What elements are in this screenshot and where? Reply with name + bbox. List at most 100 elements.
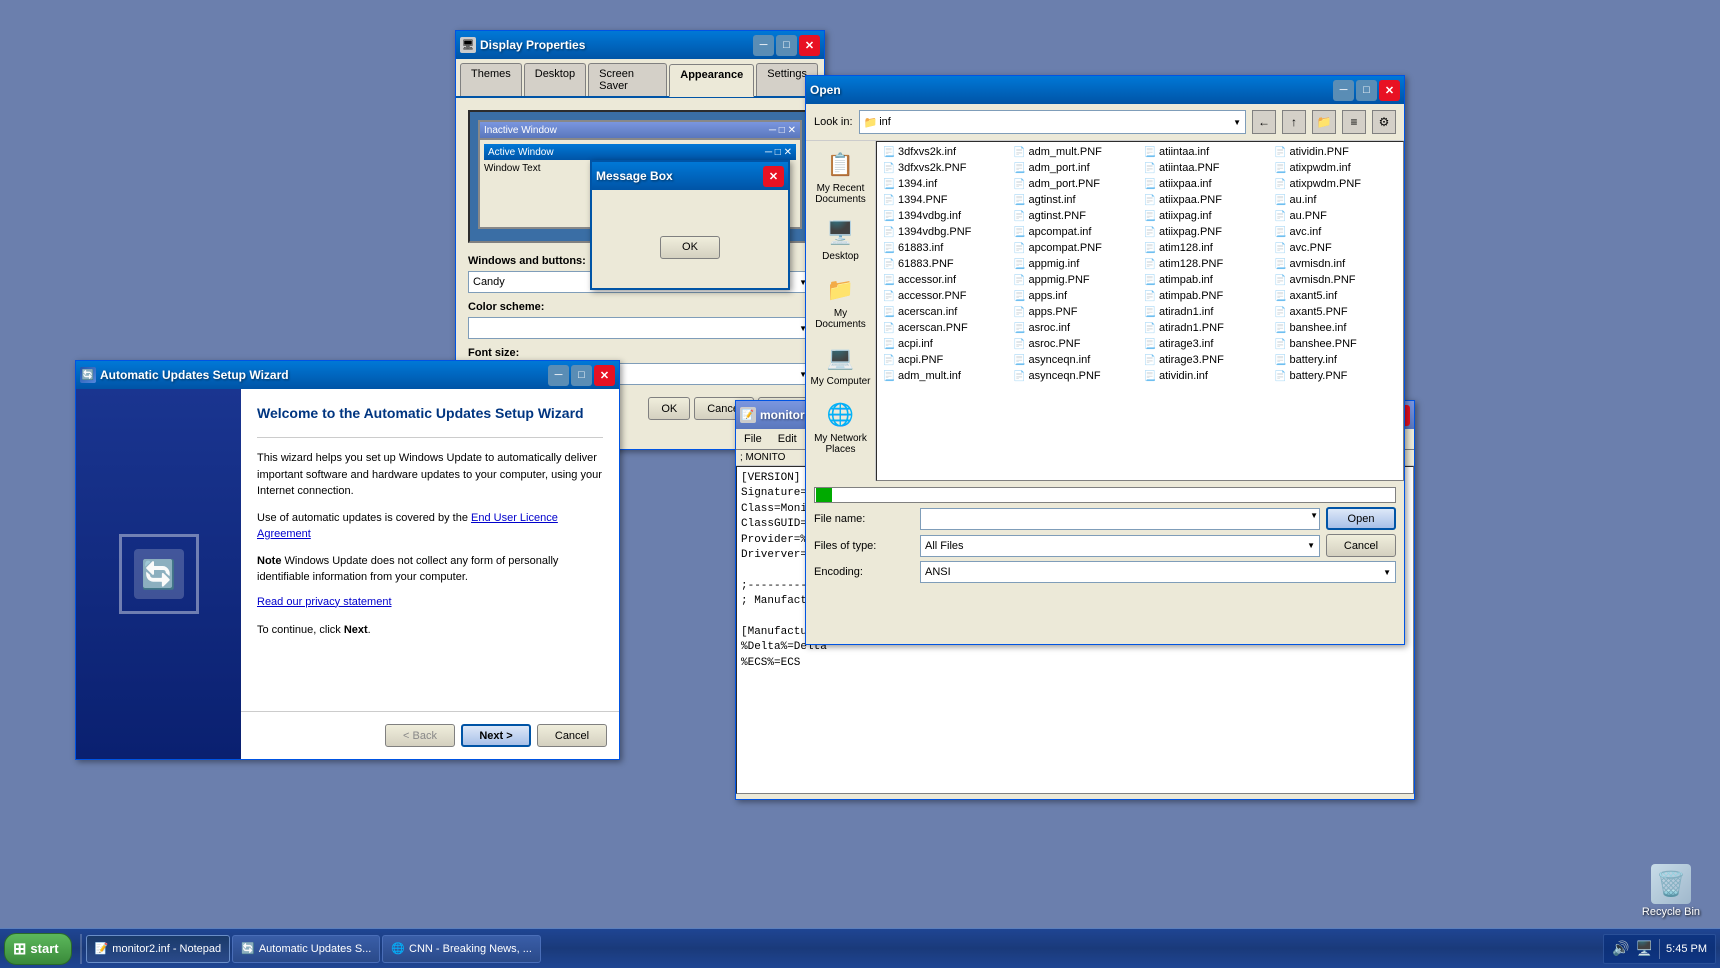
file-item[interactable]: 📄1394.PNF [879,192,1010,208]
file-item[interactable]: 📄61883.PNF [879,256,1010,272]
msgbox-close-button[interactable]: ✕ [763,166,784,187]
tab-desktop[interactable]: Desktop [524,63,586,96]
file-item[interactable]: 📄asroc.PNF [1010,336,1141,352]
file-item[interactable]: 📃atiixpag.inf [1140,208,1271,224]
file-item[interactable]: 📄atimpab.PNF [1140,288,1271,304]
file-item[interactable]: 📄adm_port.PNF [1010,176,1141,192]
file-item[interactable]: 📄adm_mult.PNF [1010,144,1141,160]
start-button[interactable]: ⊞ start [4,933,72,965]
taskbar-item-autoupdate[interactable]: 🔄 Automatic Updates S... [232,935,380,963]
privacy-link[interactable]: Read our privacy statement [257,596,392,608]
file-item[interactable]: 📃acpi.inf [879,336,1010,352]
file-item[interactable]: 📄atixpwdm.PNF [1271,176,1402,192]
file-item[interactable]: 📃atiixpaa.inf [1140,176,1271,192]
file-item[interactable]: 📄atividin.PNF [1271,144,1402,160]
next-button-wizard[interactable]: Next > [461,724,531,747]
file-item[interactable]: 📃atim128.inf [1140,240,1271,256]
open-button[interactable]: Open [1326,507,1396,530]
wizard-minimize[interactable]: ─ [548,365,569,386]
tray-sound-icon[interactable]: 🔊 [1612,940,1629,957]
file-item[interactable]: 📄atirage3.PNF [1140,352,1271,368]
back-button[interactable]: ← [1252,110,1276,134]
file-item[interactable]: 📃acerscan.inf [879,304,1010,320]
file-name-input[interactable] [920,508,1320,530]
file-item[interactable]: 📄acerscan.PNF [879,320,1010,336]
sidebar-desktop[interactable]: 🖥️ Desktop [807,213,875,266]
file-item[interactable]: 📃asroc.inf [1010,320,1141,336]
file-item[interactable]: 📃1394vdbg.inf [879,208,1010,224]
file-item[interactable]: 📄agtinst.PNF [1010,208,1141,224]
file-item[interactable]: 📃3dfxvs2k.inf [879,144,1010,160]
tray-network-icon[interactable]: 🖥️ [1636,940,1653,957]
file-item[interactable]: 📃avmisdn.inf [1271,256,1402,272]
file-item[interactable]: 📃adm_mult.inf [879,368,1010,384]
file-item[interactable]: 📃adm_port.inf [1010,160,1141,176]
sidebar-recent-docs[interactable]: 📋 My Recent Documents [807,145,875,209]
file-item[interactable]: 📄apcompat.PNF [1010,240,1141,256]
wizard-close[interactable]: ✕ [594,365,615,386]
file-item[interactable]: 📃atixpwdm.inf [1271,160,1402,176]
recycle-bin[interactable]: 🗑️ Recycle Bin [1642,864,1700,918]
up-button[interactable]: ↑ [1282,110,1306,134]
file-item[interactable]: 📃agtinst.inf [1010,192,1141,208]
tab-screensaver[interactable]: Screen Saver [588,63,667,96]
notepad-edit-menu[interactable]: Edit [770,431,805,447]
taskbar-item-notepad[interactable]: 📝 monitor2.inf - Notepad [86,935,231,963]
ok-button[interactable]: OK [648,397,690,420]
file-item[interactable]: 📄3dfxvs2k.PNF [879,160,1010,176]
file-item[interactable]: 📃appmig.inf [1010,256,1141,272]
color-scheme-dropdown[interactable]: ▼ [468,317,812,339]
look-in-dropdown[interactable]: 📁 inf ▼ [859,110,1246,134]
tab-themes[interactable]: Themes [460,63,522,96]
back-button-wizard[interactable]: < Back [385,724,455,747]
sidebar-my-computer[interactable]: 💻 My Computer [807,338,875,391]
file-item[interactable]: 📄atiixpag.PNF [1140,224,1271,240]
sidebar-network-places[interactable]: 🌐 My Network Places [807,395,875,459]
file-item[interactable]: 📃battery.inf [1271,352,1402,368]
taskbar-item-browser[interactable]: 🌐 CNN - Breaking News, ... [382,935,541,963]
wizard-maximize[interactable]: □ [571,365,592,386]
file-item[interactable]: 📄atiixpaa.PNF [1140,192,1271,208]
file-item[interactable]: 📄atim128.PNF [1140,256,1271,272]
file-item[interactable]: 📄atiintaa.PNF [1140,160,1271,176]
file-item[interactable]: 📃atividin.inf [1140,368,1271,384]
tools-button[interactable]: ⚙ [1372,110,1396,134]
open-minimize-button[interactable]: ─ [1333,80,1354,101]
view-button[interactable]: ≡ [1342,110,1366,134]
file-item[interactable]: 📄1394vdbg.PNF [879,224,1010,240]
new-folder-button[interactable]: 📁 [1312,110,1336,134]
file-item[interactable]: 📃axant5.inf [1271,288,1402,304]
file-item[interactable]: 📃avc.inf [1271,224,1402,240]
file-item[interactable]: 📃atiintaa.inf [1140,144,1271,160]
open-maximize-button[interactable]: □ [1356,80,1377,101]
file-item[interactable]: 📃apcompat.inf [1010,224,1141,240]
cancel-button-wizard[interactable]: Cancel [537,724,607,747]
file-item[interactable]: 📄avmisdn.PNF [1271,272,1402,288]
tab-appearance[interactable]: Appearance [669,64,754,97]
file-item[interactable]: 📄atiradn1.PNF [1140,320,1271,336]
file-item[interactable]: 📄apps.PNF [1010,304,1141,320]
sidebar-my-documents[interactable]: 📁 My Documents [807,270,875,334]
file-item[interactable]: 📃apps.inf [1010,288,1141,304]
minimize-button[interactable]: ─ [753,35,774,56]
file-item[interactable]: 📃au.inf [1271,192,1402,208]
encoding-dropdown[interactable]: ANSI ▼ [920,561,1396,583]
file-item[interactable]: 📄asynceqn.PNF [1010,368,1141,384]
file-item[interactable]: 📃61883.inf [879,240,1010,256]
file-item[interactable]: 📃atiradn1.inf [1140,304,1271,320]
files-of-type-dropdown[interactable]: All Files ▼ [920,535,1320,557]
file-item[interactable]: 📄battery.PNF [1271,368,1402,384]
message-box-ok-button[interactable]: OK [660,236,720,259]
file-item[interactable]: 📄accessor.PNF [879,288,1010,304]
notepad-file-menu[interactable]: File [736,431,770,447]
file-item[interactable]: 📄au.PNF [1271,208,1402,224]
file-item[interactable]: 📄acpi.PNF [879,352,1010,368]
file-item[interactable]: 📃atirage3.inf [1140,336,1271,352]
file-item[interactable]: 📃atimpab.inf [1140,272,1271,288]
open-close-button[interactable]: ✕ [1379,80,1400,101]
maximize-button[interactable]: □ [776,35,797,56]
file-item[interactable]: 📃accessor.inf [879,272,1010,288]
file-item[interactable]: 📄banshee.PNF [1271,336,1402,352]
file-item[interactable]: 📄avc.PNF [1271,240,1402,256]
file-item[interactable]: 📃asynceqn.inf [1010,352,1141,368]
